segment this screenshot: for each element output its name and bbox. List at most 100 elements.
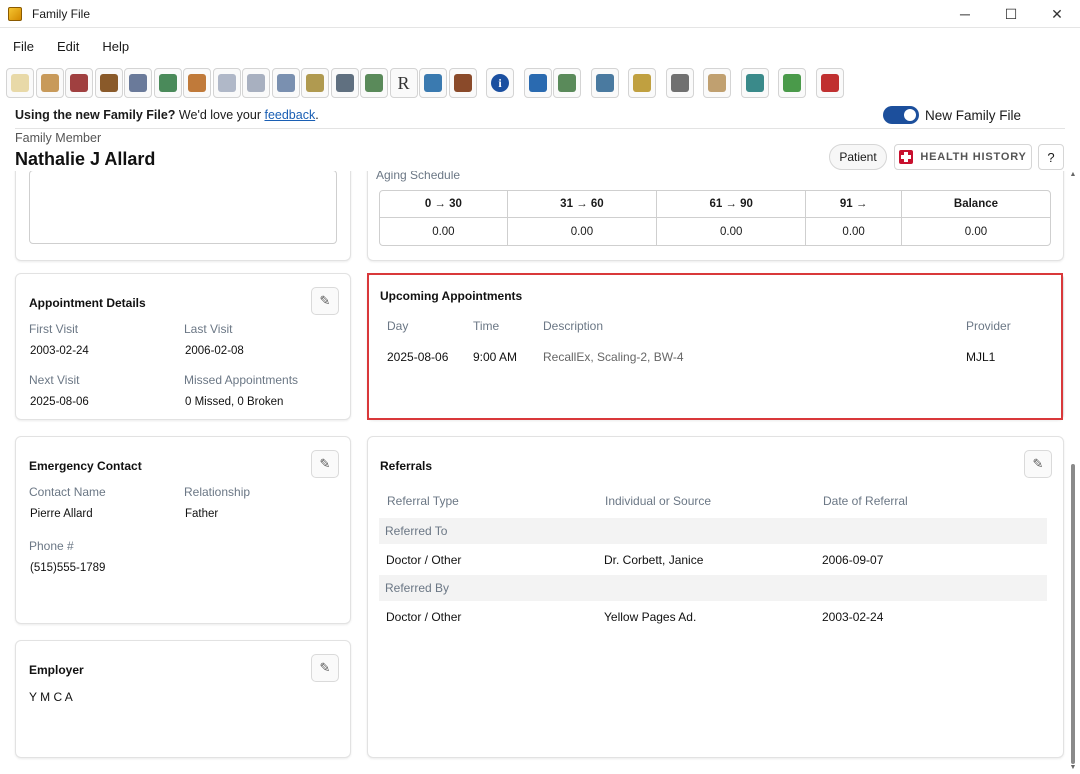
books-toolbar-button[interactable] <box>65 68 93 98</box>
aging-header: 31 → 60 <box>507 191 658 218</box>
document-toolbar-button[interactable] <box>360 68 388 98</box>
col-referral-type: Referral Type <box>387 494 459 508</box>
referred-by-group: Referred By <box>379 575 1047 601</box>
referrals-title: Referrals <box>380 459 433 473</box>
provider-toolbar-button[interactable] <box>523 68 552 98</box>
info-icon: i <box>491 74 509 92</box>
referred-by-date[interactable]: 2003-02-24 <box>822 610 883 624</box>
pencil-icon: ✎ <box>319 456 331 471</box>
chair-toolbar-button[interactable] <box>94 68 123 98</box>
feedback-link[interactable]: feedback <box>264 108 315 122</box>
reader-toolbar-button[interactable] <box>815 68 844 98</box>
refresh-toolbar-button[interactable] <box>628 68 656 98</box>
tooth-toolbar-button[interactable] <box>6 68 34 98</box>
pencil-icon: ✎ <box>319 660 331 675</box>
family-member-label: Family Member <box>15 131 102 145</box>
scroll-up-icon[interactable]: ▲ <box>1069 171 1077 178</box>
pencil-book-toolbar-button[interactable] <box>419 68 447 98</box>
referred-by-label: Referred By <box>385 581 450 595</box>
menu-edit[interactable]: Edit <box>47 34 89 60</box>
recycle-toolbar-button[interactable] <box>778 68 806 98</box>
employer-value: Y M C A <box>29 690 73 704</box>
next-visit-label: Next Visit <box>29 373 80 387</box>
maximize-button[interactable]: ☐ <box>988 0 1034 28</box>
referred-to-date[interactable]: 2006-09-07 <box>822 553 883 567</box>
refresh-icon <box>633 74 651 92</box>
recycle-icon <box>783 74 801 92</box>
aging-value: 0.00 <box>806 218 902 245</box>
folder-icon <box>453 74 472 92</box>
menu-file[interactable]: File <box>3 34 44 60</box>
upcoming-appointments-highlight <box>367 273 1063 420</box>
feedback-bold: Using the new Family File? <box>15 108 176 122</box>
edit-referrals-button[interactable]: ✎ <box>1024 450 1052 478</box>
phone-label: Phone # <box>29 539 74 553</box>
col-date-referral: Date of Referral <box>823 494 908 508</box>
referred-by-type[interactable]: Doctor / Other <box>386 610 461 624</box>
toggle-label: New Family File <box>925 107 1022 123</box>
patient-button[interactable]: Patient <box>829 144 887 170</box>
chart-toolbar-button[interactable] <box>35 68 64 98</box>
link-toolbar-button[interactable] <box>590 68 619 98</box>
window-title: Family File <box>32 6 91 21</box>
chart-icon <box>40 74 59 92</box>
notes-card <box>15 171 351 261</box>
globe-toolbar-button[interactable] <box>153 68 182 98</box>
printer-toolbar-button[interactable] <box>665 68 694 98</box>
notes-textarea[interactable] <box>29 171 337 244</box>
referred-to-type[interactable]: Doctor / Other <box>386 553 461 567</box>
missed-appointments-label: Missed Appointments <box>184 373 299 387</box>
toolbar: Ri <box>6 68 845 100</box>
title-bar: Family File ─ ☐ ✕ <box>0 0 1080 28</box>
menu-help[interactable]: Help <box>92 34 139 60</box>
list-icon <box>335 74 354 92</box>
certificate-toolbar-button[interactable] <box>740 68 769 98</box>
new-family-file-toggle[interactable] <box>883 106 919 124</box>
globe-icon <box>158 74 177 92</box>
money-toolbar-button[interactable] <box>301 68 329 98</box>
aging-header: 91 → <box>806 191 902 218</box>
page-toolbar-button[interactable] <box>703 68 731 98</box>
form-toolbar-button[interactable] <box>242 68 270 98</box>
aging-value: 0.00 <box>657 218 807 245</box>
family-icon <box>558 74 576 92</box>
minimize-button[interactable]: ─ <box>942 0 988 28</box>
pencil-icon: ✎ <box>319 293 331 308</box>
vertical-scrollbar[interactable]: ▲ ▼ <box>1069 171 1077 771</box>
edit-appointment-details-button[interactable]: ✎ <box>311 287 339 315</box>
card-icon <box>217 74 236 92</box>
aging-value: 0.00 <box>508 218 658 245</box>
feedback-banner: Using the new Family File? We'd love you… <box>15 107 319 123</box>
first-visit-label: First Visit <box>29 322 79 336</box>
info-toolbar-button[interactable]: i <box>486 68 514 98</box>
referred-by-source[interactable]: Yellow Pages Ad. <box>604 610 696 624</box>
scroll-down-icon[interactable]: ▼ <box>1069 764 1077 771</box>
new-family-file-toggle-wrap: New Family File <box>883 106 1021 124</box>
pencil-book-icon <box>424 74 442 92</box>
card-toolbar-button[interactable] <box>212 68 241 98</box>
help-button[interactable]: ? <box>1038 144 1064 170</box>
referred-to-source[interactable]: Dr. Corbett, Janice <box>604 553 703 567</box>
printer-icon <box>670 74 689 92</box>
scroll-thumb[interactable] <box>1071 464 1075 764</box>
health-history-button[interactable]: HEALTH HISTORY <box>894 144 1032 170</box>
folder-toolbar-button[interactable] <box>448 68 477 98</box>
document-icon <box>365 74 383 92</box>
edit-employer-button[interactable]: ✎ <box>311 654 339 682</box>
page-icon <box>708 74 726 92</box>
close-button[interactable]: ✕ <box>1034 0 1080 28</box>
rx-toolbar-button[interactable]: R <box>389 68 418 98</box>
relationship-label: Relationship <box>184 485 251 499</box>
content-area: Aging Schedule 0 → 30 31 → 60 61 → 90 91… <box>0 171 1080 774</box>
family-toolbar-button[interactable] <box>553 68 581 98</box>
app-icon <box>8 6 22 21</box>
bandage-toolbar-button[interactable] <box>183 68 211 98</box>
id-card-icon <box>129 74 147 92</box>
phone-value: (515)555-1789 <box>30 562 106 574</box>
referred-to-group: Referred To <box>379 518 1047 544</box>
chair-icon <box>99 74 118 92</box>
id-card-toolbar-button[interactable] <box>124 68 152 98</box>
list-toolbar-button[interactable] <box>330 68 359 98</box>
edit-emergency-contact-button[interactable]: ✎ <box>311 450 339 478</box>
schedule-toolbar-button[interactable] <box>271 68 300 98</box>
